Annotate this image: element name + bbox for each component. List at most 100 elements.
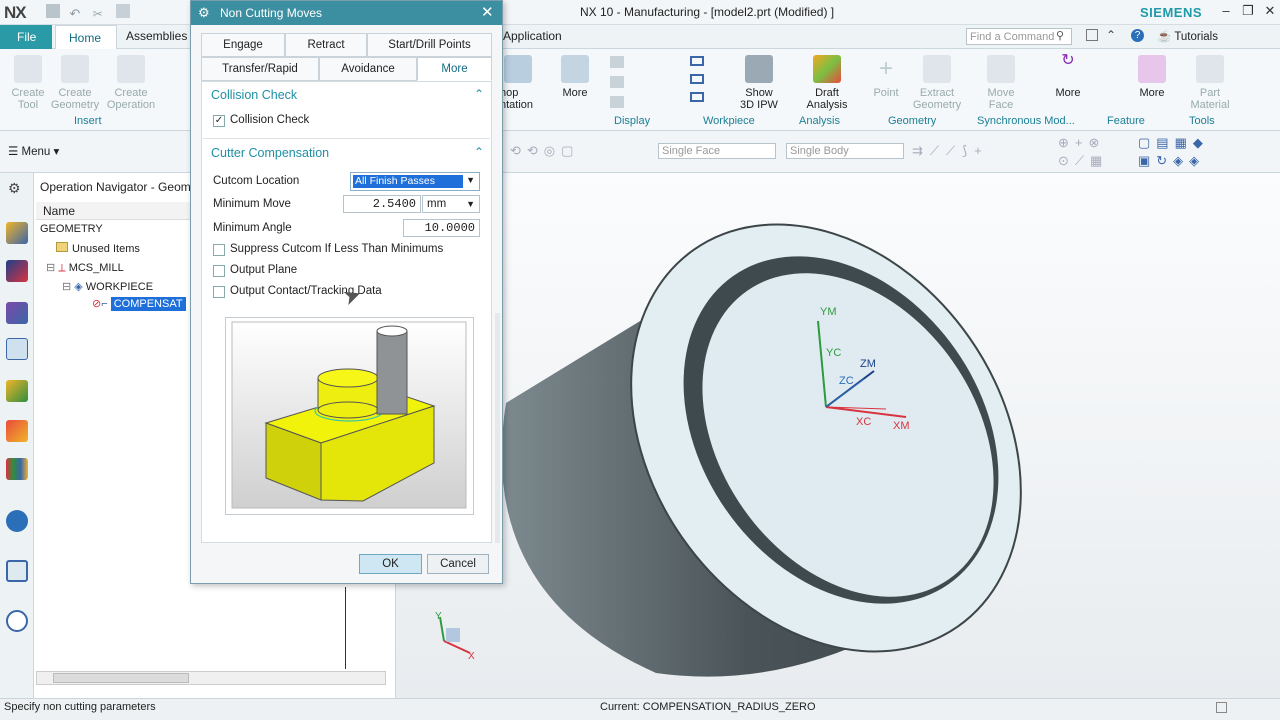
close-window-button[interactable]: ✕ (1261, 3, 1279, 21)
cut-icon[interactable]: ✂ (93, 7, 107, 21)
tool-top (376, 325, 408, 337)
tab-avoidance[interactable]: Avoidance (319, 57, 417, 81)
label-yc: YC (826, 347, 841, 359)
minimum-angle-input[interactable]: 10.0000 (403, 219, 480, 237)
extract-geometry-button[interactable]: Extract Geometry (908, 55, 966, 111)
menu-button[interactable]: ☰ Menu ▾ (8, 144, 59, 158)
scrollbar-thumb[interactable] (53, 673, 189, 683)
display-icon-3[interactable] (610, 96, 624, 108)
tab-application[interactable]: Application (503, 29, 562, 43)
draft-analysis-icon (813, 55, 841, 83)
tutorials-button[interactable]: ☕ Tutorials (1157, 29, 1218, 43)
ipw-icon-1[interactable] (690, 56, 704, 66)
search-icon[interactable]: ⚲ (1056, 29, 1064, 42)
point-icon: + (878, 55, 893, 82)
undo-icon[interactable]: ↶ (69, 6, 83, 21)
cutter-compensation-section-title[interactable]: Cutter Compensation (211, 146, 329, 160)
navigator-scrollbar[interactable] (36, 671, 386, 685)
help-icon[interactable]: ? (1131, 29, 1144, 42)
view-triad: Y X (435, 611, 475, 662)
move-face-button[interactable]: Move Face (982, 55, 1020, 111)
workpiece-tools[interactable] (690, 54, 720, 109)
display-tools[interactable] (610, 54, 670, 109)
collapse-collision-icon[interactable]: ⌃ (474, 87, 484, 101)
create-geometry-button[interactable]: Create Geometry (50, 55, 100, 111)
ipw-icon-2[interactable] (690, 74, 704, 84)
ribbon-collapse-icon[interactable]: ⌃ (1106, 28, 1116, 42)
tab-engage[interactable]: Engage (201, 33, 285, 57)
ok-button[interactable]: OK (359, 554, 422, 574)
status-current: Current: COMPENSATION_RADIUS_ZERO (600, 701, 816, 713)
collision-check-section-title[interactable]: Collision Check (211, 88, 297, 102)
tree-unused-items[interactable]: Unused Items (56, 242, 140, 255)
triad-y: Y (435, 611, 442, 622)
group-synchronous: Synchronous Mod... (977, 115, 1075, 127)
display-icon-2[interactable] (610, 76, 624, 88)
folder-icon (56, 242, 68, 252)
machine-tool-navigator-icon[interactable] (6, 380, 28, 402)
minimize-button[interactable]: – (1217, 3, 1235, 21)
minimum-move-unit-select[interactable]: mm ▼ (422, 195, 480, 213)
body-filter-select[interactable]: Single Body (786, 143, 904, 159)
info-icon[interactable] (6, 510, 28, 532)
constraint-navigator-icon[interactable] (6, 302, 28, 324)
output-contact-checkbox[interactable] (213, 286, 225, 298)
tab-file[interactable]: File (0, 25, 52, 49)
dialog-close-button[interactable]: ✕ (481, 3, 494, 21)
face-filter-select[interactable]: Single Face (658, 143, 776, 159)
settings-gear-icon[interactable]: ⚙ (8, 180, 21, 197)
quick-access-toolbar[interactable]: ↶ ✂ (46, 4, 166, 21)
more-button-3[interactable]: More (1134, 55, 1170, 99)
curve-tools[interactable]: ⇉⟋⟋⟆+ (912, 143, 1052, 161)
operation-navigator-icon[interactable] (6, 338, 28, 360)
window-layout-icon[interactable] (1086, 29, 1098, 41)
collapse-icon: ⊟ (46, 262, 59, 274)
tab-transfer-rapid[interactable]: Transfer/Rapid (201, 57, 319, 81)
more-button-2[interactable]: ↻ More (1050, 53, 1086, 100)
snap-tools[interactable]: ⟲⟲◎▢ (510, 143, 650, 161)
tab-start-drill-points[interactable]: Start/Drill Points (367, 33, 492, 57)
part-navigator-icon[interactable] (6, 222, 28, 244)
dialog-scrollbar[interactable] (495, 313, 500, 543)
tree-mcs-mill[interactable]: ⊟ ⟂ MCS_MILL (46, 261, 124, 275)
shop-documentation-button[interactable]: hop ntation (500, 55, 550, 111)
collision-check-label: Collision Check (230, 114, 310, 126)
fullscreen-icon[interactable] (1216, 702, 1227, 713)
cancel-button[interactable]: Cancel (427, 554, 489, 574)
suppress-cutcom-checkbox[interactable] (213, 244, 225, 256)
assembly-navigator-icon[interactable] (6, 260, 28, 282)
collapse-cutter-icon[interactable]: ⌃ (474, 145, 484, 159)
show-3d-ipw-button[interactable]: Show 3D IPW (735, 55, 783, 111)
point-button[interactable]: + Point (866, 55, 906, 99)
copy-icon[interactable] (116, 4, 131, 18)
restore-button[interactable]: ❐ (1239, 3, 1257, 21)
save-icon[interactable] (46, 4, 60, 18)
part-model[interactable]: YM YC ZM ZC XC XM Y X (396, 173, 1280, 698)
view-tools[interactable]: ⊕+⊗ ⊙⟋▦ (1058, 134, 1118, 170)
cutcom-location-select[interactable]: All Finish Passes ▼ (350, 172, 480, 191)
tree-compensation-operation[interactable]: ⊘⌐ COMPENSAT (92, 297, 186, 311)
group-workpiece: Workpiece (703, 115, 755, 127)
display-icon-1[interactable] (610, 56, 624, 68)
tab-more[interactable]: More (417, 57, 492, 81)
reuse-library-icon[interactable] (6, 420, 28, 442)
tree-geometry[interactable]: GEOMETRY (40, 223, 103, 235)
tab-retract[interactable]: Retract (285, 33, 367, 57)
history-icon[interactable] (6, 560, 28, 582)
roles-icon[interactable] (6, 458, 28, 480)
ipw-icon-3[interactable] (690, 92, 704, 102)
part-material-button[interactable]: Part Material (1186, 55, 1234, 111)
create-operation-button[interactable]: Create Operation (103, 55, 159, 111)
tab-home[interactable]: Home (55, 25, 117, 50)
clock-icon[interactable] (6, 610, 28, 632)
tab-assemblies[interactable]: Assemblies (126, 29, 187, 43)
draft-analysis-button[interactable]: Draft Analysis (800, 55, 854, 111)
display-mode-tools[interactable]: ▢▤▦◆ ▣↻◈◈ (1138, 134, 1268, 170)
output-plane-checkbox[interactable] (213, 265, 225, 277)
dropdown-arrow-icon: ▼ (466, 175, 475, 185)
tree-workpiece[interactable]: ⊟ ◈ WORKPIECE (62, 280, 153, 293)
minimum-move-input[interactable]: 2.5400 (343, 195, 421, 213)
create-tool-button[interactable]: Create Tool (6, 55, 50, 111)
collision-check-checkbox[interactable]: ✓ (213, 115, 225, 127)
more-button-1[interactable]: More (556, 55, 594, 99)
